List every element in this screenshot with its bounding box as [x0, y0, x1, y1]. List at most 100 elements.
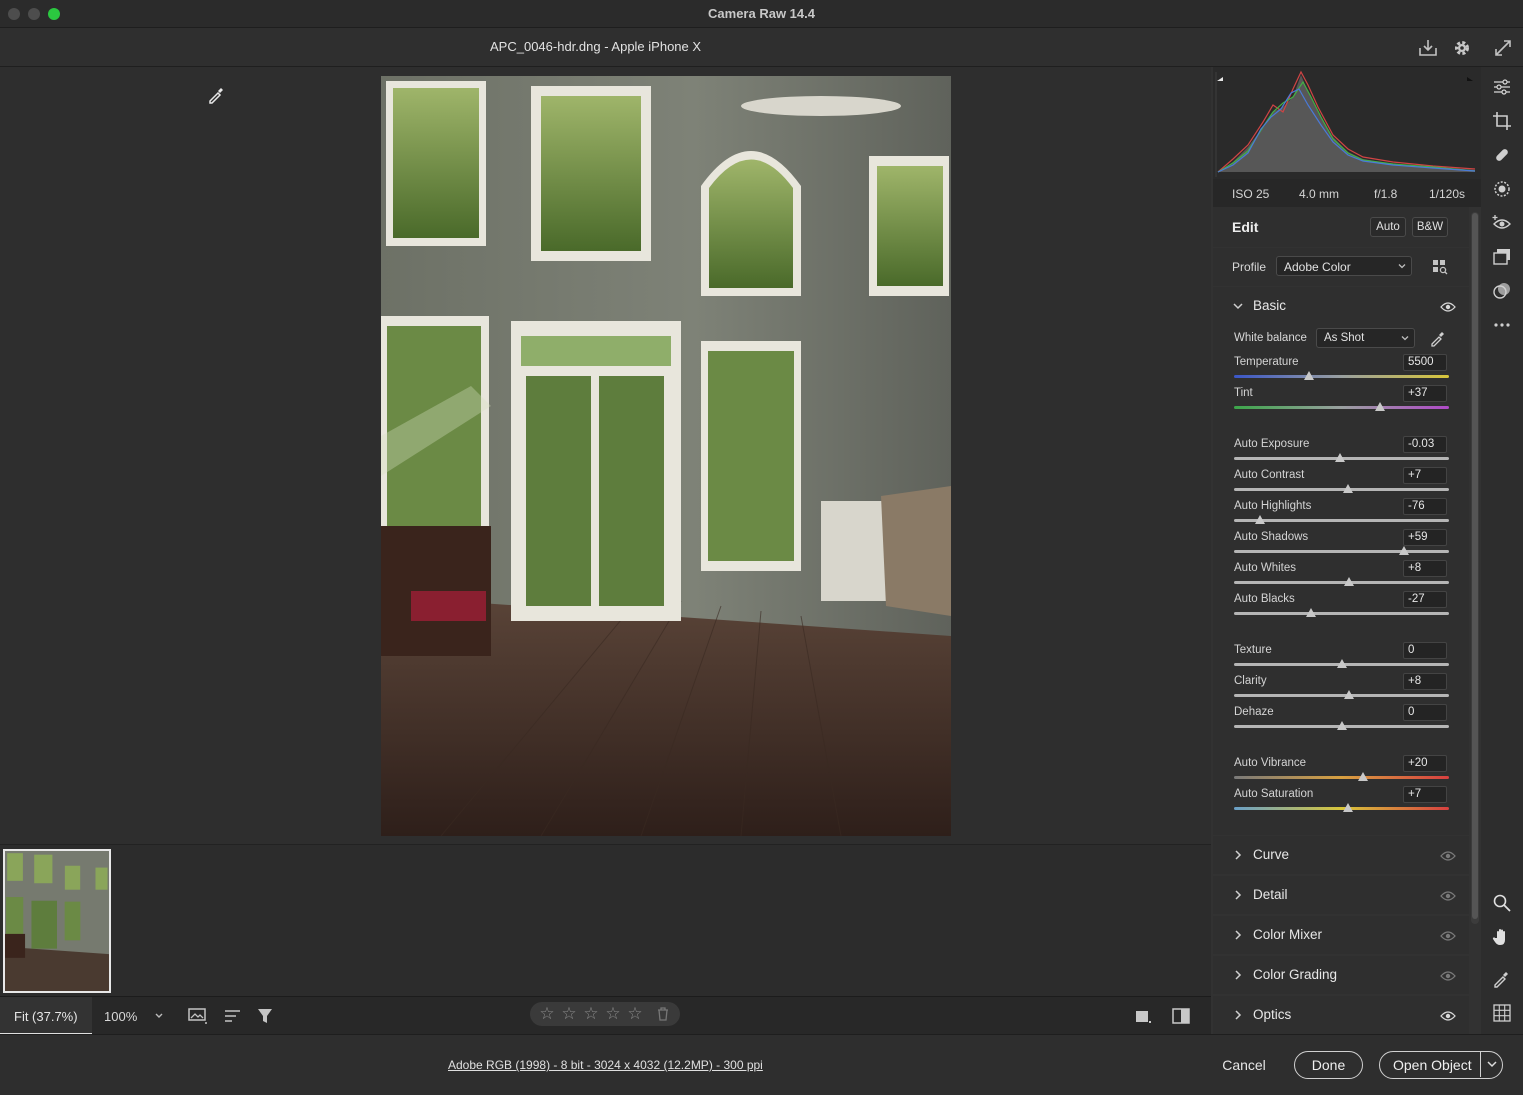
slider-value-input[interactable]: +7: [1403, 786, 1447, 803]
slider-value-input[interactable]: -27: [1403, 591, 1447, 608]
star-icon[interactable]: ☆: [582, 1004, 600, 1024]
slider-auto-contrast[interactable]: Auto Contrast +7: [1234, 467, 1449, 499]
image-canvas[interactable]: [0, 67, 1211, 844]
basic-title[interactable]: Basic: [1253, 298, 1286, 313]
slider-thumb[interactable]: [1344, 690, 1355, 699]
eye-icon[interactable]: [1440, 850, 1456, 862]
more-icon[interactable]: [1492, 315, 1512, 335]
slider-auto-exposure[interactable]: Auto Exposure -0.03: [1234, 436, 1449, 468]
color-mixer-section[interactable]: Color Mixer: [1213, 916, 1469, 954]
panel-scrollbar-thumb[interactable]: [1472, 213, 1478, 919]
white-balance-dropdown[interactable]: As Shot: [1316, 328, 1415, 348]
auto-button[interactable]: Auto: [1370, 217, 1406, 237]
slider-track[interactable]: [1234, 612, 1449, 615]
slider-thumb[interactable]: [1398, 546, 1409, 555]
fullscreen-icon[interactable]: [1492, 37, 1514, 59]
optics-section[interactable]: Optics: [1213, 996, 1469, 1034]
sort-icon[interactable]: [222, 1006, 244, 1026]
slider-thumb[interactable]: [1358, 772, 1368, 781]
profile-browser-icon[interactable]: [1432, 259, 1448, 275]
color-grading-title[interactable]: Color Grading: [1253, 967, 1337, 982]
slider-thumb[interactable]: [1342, 484, 1353, 493]
filmstrip-thumbnail[interactable]: [3, 849, 111, 993]
color-mixer-title[interactable]: Color Mixer: [1253, 927, 1322, 942]
workflow-options-link[interactable]: Adobe RGB (1998) - 8 bit - 3024 x 4032 (…: [448, 1058, 763, 1072]
chevron-down-icon[interactable]: [152, 1008, 166, 1022]
slider-auto-blacks[interactable]: Auto Blacks -27: [1234, 591, 1449, 623]
snapshots-icon[interactable]: [1492, 247, 1512, 267]
slider-value-input[interactable]: +20: [1403, 755, 1447, 772]
hand-icon[interactable]: [1492, 927, 1512, 947]
fit-zoom-button[interactable]: Fit (37.7%): [0, 997, 92, 1035]
slider-thumb[interactable]: [1336, 721, 1347, 730]
mask-icon[interactable]: [1492, 179, 1512, 199]
slider-auto-saturation[interactable]: Auto Saturation +7: [1234, 786, 1449, 818]
chevron-down-icon[interactable]: [1231, 299, 1245, 313]
chevron-right-icon[interactable]: [1231, 1008, 1245, 1022]
zoom-icon[interactable]: [1492, 893, 1512, 913]
zoom-100-button[interactable]: 100%: [104, 1009, 137, 1024]
download-icon[interactable]: [1417, 37, 1439, 59]
optics-title[interactable]: Optics: [1253, 1007, 1291, 1022]
bw-button[interactable]: B&W: [1412, 217, 1448, 237]
slider-clarity[interactable]: Clarity +8: [1234, 673, 1449, 705]
slider-auto-highlights[interactable]: Auto Highlights -76: [1234, 498, 1449, 530]
chevron-right-icon[interactable]: [1231, 888, 1245, 902]
filter-icon[interactable]: [255, 1006, 277, 1026]
eye-icon[interactable]: [1440, 930, 1456, 942]
slider-auto-vibrance[interactable]: Auto Vibrance +20: [1234, 755, 1449, 787]
redeye-icon[interactable]: [1492, 213, 1512, 233]
chevron-down-icon[interactable]: [1485, 1057, 1499, 1071]
curve-title[interactable]: Curve: [1253, 847, 1289, 862]
slider-value-input[interactable]: 0: [1403, 704, 1447, 721]
slider-texture[interactable]: Texture 0: [1234, 642, 1449, 674]
slider-value-input[interactable]: +8: [1403, 560, 1447, 577]
slider-track[interactable]: [1234, 519, 1449, 522]
slider-thumb[interactable]: [1342, 803, 1353, 812]
color-grading-section[interactable]: Color Grading: [1213, 956, 1469, 994]
slider-track[interactable]: [1234, 406, 1449, 409]
done-button[interactable]: Done: [1294, 1051, 1363, 1079]
slider-value-input[interactable]: +7: [1403, 467, 1447, 484]
slider-auto-shadows[interactable]: Auto Shadows +59: [1234, 529, 1449, 561]
crop-icon[interactable]: [1492, 111, 1512, 131]
sampler-icon[interactable]: [1492, 968, 1512, 988]
star-icon[interactable]: ☆: [538, 1004, 556, 1024]
white-balance-eyedropper-icon[interactable]: [1429, 329, 1447, 347]
slider-track[interactable]: [1234, 581, 1449, 584]
slider-thumb[interactable]: [1344, 577, 1355, 586]
detail-title[interactable]: Detail: [1253, 887, 1288, 902]
slider-thumb[interactable]: [1336, 659, 1347, 668]
slider-value-input[interactable]: 5500: [1403, 354, 1447, 371]
slider-temperature[interactable]: Temperature 5500: [1234, 354, 1449, 386]
presets-icon[interactable]: [1492, 281, 1512, 301]
star-icon[interactable]: ☆: [560, 1004, 578, 1024]
slider-value-input[interactable]: +8: [1403, 673, 1447, 690]
chevron-right-icon[interactable]: [1231, 928, 1245, 942]
detail-section[interactable]: Detail: [1213, 876, 1469, 914]
before-after-single-icon[interactable]: [1132, 1006, 1154, 1026]
slider-value-input[interactable]: -0.03: [1403, 436, 1447, 453]
cancel-button[interactable]: Cancel: [1213, 1053, 1275, 1079]
slider-track[interactable]: [1234, 694, 1449, 697]
chevron-right-icon[interactable]: [1231, 848, 1245, 862]
profile-dropdown[interactable]: Adobe Color: [1276, 256, 1412, 276]
eye-icon[interactable]: [1440, 890, 1456, 902]
gear-icon[interactable]: [1451, 37, 1473, 59]
slider-thumb[interactable]: [1306, 608, 1317, 617]
slider-thumb[interactable]: [1335, 453, 1346, 462]
slider-track[interactable]: [1234, 488, 1449, 491]
grid-icon[interactable]: [1492, 1003, 1512, 1023]
star-icon[interactable]: ☆: [626, 1004, 644, 1024]
star-icon[interactable]: ☆: [604, 1004, 622, 1024]
slider-track[interactable]: [1234, 776, 1449, 779]
eye-icon[interactable]: [1440, 301, 1456, 313]
slider-dehaze[interactable]: Dehaze 0: [1234, 704, 1449, 736]
slider-track[interactable]: [1234, 375, 1449, 378]
slider-track[interactable]: [1234, 550, 1449, 553]
slider-value-input[interactable]: +37: [1403, 385, 1447, 402]
slider-value-input[interactable]: -76: [1403, 498, 1447, 515]
slider-thumb[interactable]: [1375, 402, 1386, 411]
slider-track[interactable]: [1234, 807, 1449, 810]
slider-auto-whites[interactable]: Auto Whites +8: [1234, 560, 1449, 592]
